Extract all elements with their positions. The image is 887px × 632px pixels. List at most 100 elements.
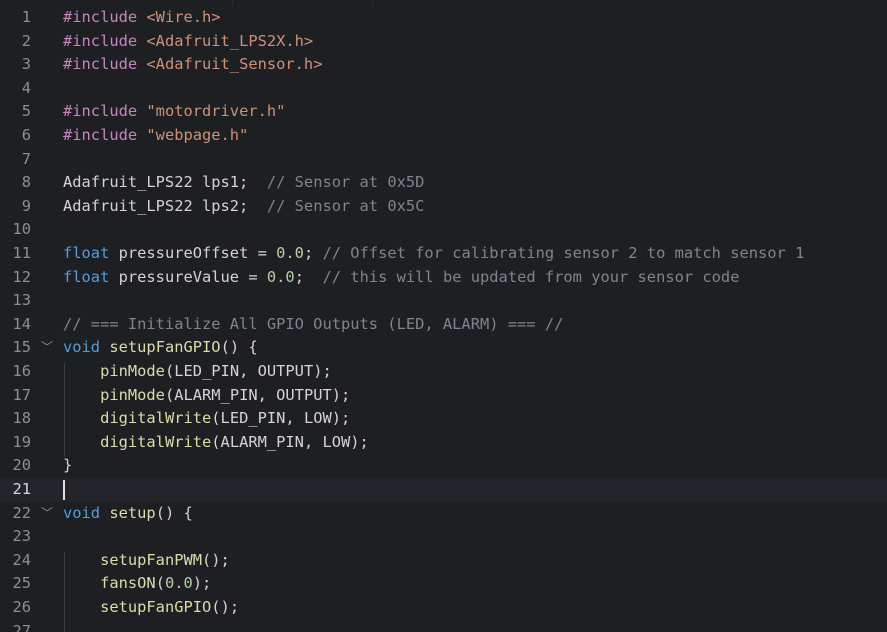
line-number: 5 [21, 102, 31, 121]
code-line[interactable]: 26 setupFanGPIO(); [0, 596, 887, 620]
code-token: 0.0 [276, 244, 304, 262]
code-token: // === Initialize All GPIO Outputs (LED,… [63, 314, 564, 333]
code-line[interactable]: 24 setupFanPWM(); [0, 549, 887, 573]
code-token: () { [220, 338, 258, 357]
code-token: "webpage.h" [146, 126, 249, 144]
code-line[interactable]: 20} [0, 454, 887, 478]
code-text[interactable]: #include <Adafruit_LPS2X.h> [63, 30, 313, 54]
code-text[interactable]: } [63, 454, 72, 478]
code-text[interactable]: float pressureValue = 0.0; // this will … [63, 266, 739, 290]
code-token: (LED_PIN, OUTPUT); [164, 362, 332, 380]
code-line[interactable]: 6 #include "webpage.h" [0, 124, 887, 148]
code-token: (); [202, 550, 230, 569]
code-line[interactable]: 11 float pressureOffset = 0.0; // Offset … [0, 242, 887, 266]
code-line[interactable]: 15 ﹀ void setupFanGPIO() { [0, 336, 887, 360]
code-token: // this will be updated from your sensor… [322, 267, 740, 286]
line-number: 8 [21, 173, 31, 192]
line-number: 9 [21, 196, 31, 215]
code-token: (); [211, 598, 240, 616]
code-line[interactable]: 2 #include <Adafruit_LPS2X.h> [0, 30, 887, 54]
code-line[interactable]: 4 [0, 77, 887, 101]
code-line[interactable]: 10 [0, 218, 887, 242]
code-text[interactable]: pinMode(LED_PIN, OUTPUT); [63, 360, 332, 384]
code-line[interactable]: 16 pinMode(LED_PIN, OUTPUT); [0, 360, 887, 384]
code-token: ; [303, 244, 323, 262]
code-line[interactable]: 3 #include <Adafruit_Sensor.h> [0, 53, 887, 77]
code-line[interactable]: 12 float pressureValue = 0.0; // this wil… [0, 266, 887, 290]
code-line[interactable]: 25 fansON(0.0); [0, 572, 887, 596]
code-text[interactable]: digitalWrite(LED_PIN, LOW); [63, 407, 350, 431]
code-line[interactable]: 14 // === Initialize All GPIO Outputs (LE… [0, 313, 887, 337]
code-token: ); [192, 574, 212, 593]
code-token: ( [155, 574, 165, 593]
code-token: () { [155, 503, 193, 522]
code-line[interactable]: 17 pinMode(ALARM_PIN, OUTPUT); [0, 384, 887, 408]
code-token: #include [63, 55, 147, 74]
code-editor[interactable]: 1 #include <Wire.h> 2 #include <Adafruit_LP… [0, 0, 887, 632]
code-token: <Adafruit_Sensor.h> [146, 55, 323, 74]
line-number: 1 [21, 8, 31, 26]
code-line[interactable]: 23 [0, 525, 887, 549]
code-token: ; [294, 267, 323, 286]
code-text[interactable]: #include "motordriver.h" [63, 100, 285, 124]
line-number: 2 [21, 31, 31, 50]
line-number: 23 [12, 527, 31, 546]
line-number: 20 [12, 456, 31, 475]
code-text[interactable]: digitalWrite(ALARM_PIN, LOW); [63, 431, 369, 455]
line-number: 17 [12, 385, 31, 404]
code-line[interactable]: 7 [0, 148, 887, 172]
code-line[interactable]: 5 #include "motordriver.h" [0, 100, 887, 124]
line-number: 7 [21, 149, 31, 168]
code-token: setup [109, 503, 156, 522]
code-text[interactable]: float pressureOffset = 0.0; // Offset fo… [63, 242, 804, 266]
code-token: pressureOffset = [109, 244, 277, 262]
code-text[interactable]: #include <Wire.h> [63, 6, 221, 30]
code-text[interactable]: Adafruit_LPS22 lps2; // Sensor at 0x5C [63, 195, 424, 219]
code-line[interactable]: 8 Adafruit_LPS22 lps1; // Sensor at 0x5D [0, 171, 887, 195]
code-text[interactable]: #include "webpage.h" [63, 124, 248, 148]
code-token: 0.0 [164, 574, 193, 593]
code-line[interactable]: 21 [0, 478, 887, 502]
code-token: setupFanPWM [100, 550, 203, 569]
code-text[interactable]: setupFanPWM(); [63, 549, 230, 573]
text-cursor [63, 480, 65, 500]
code-token: void [63, 338, 101, 357]
code-token: pinMode [100, 385, 165, 404]
code-token: pressureValue = [109, 267, 267, 286]
code-line[interactable]: 27 [0, 620, 887, 632]
code-token: <Wire.h> [146, 8, 221, 26]
code-line[interactable]: 9 Adafruit_LPS22 lps2; // Sensor at 0x5C [0, 195, 887, 219]
line-number: 15 [12, 338, 31, 357]
line-number: 26 [12, 598, 31, 616]
line-number: 6 [21, 126, 31, 144]
code-token: setupFanGPIO [109, 338, 221, 357]
line-number: 21 [12, 480, 31, 498]
code-text[interactable]: #include <Adafruit_Sensor.h> [63, 53, 322, 77]
code-text[interactable]: // === Initialize All GPIO Outputs (LED,… [63, 313, 563, 337]
line-number: 16 [12, 362, 31, 380]
code-text[interactable]: void setup() { [63, 502, 193, 526]
code-line[interactable]: 13 [0, 289, 887, 313]
code-line[interactable]: 19 digitalWrite(ALARM_PIN, LOW); [0, 431, 887, 455]
code-text[interactable]: setupFanGPIO(); [63, 596, 239, 620]
code-line[interactable]: 1 #include <Wire.h> [0, 6, 887, 30]
code-text[interactable]: pinMode(ALARM_PIN, OUTPUT); [63, 384, 350, 408]
code-text[interactable]: fansON(0.0); [63, 572, 211, 596]
code-text[interactable]: Adafruit_LPS22 lps1; // Sensor at 0x5D [63, 171, 424, 195]
code-line[interactable]: 18 digitalWrite(LED_PIN, LOW); [0, 407, 887, 431]
code-token: setupFanGPIO [100, 598, 212, 616]
fold-chevron-icon[interactable]: ﹀ [39, 336, 55, 360]
fold-chevron-icon[interactable]: ﹀ [39, 502, 55, 526]
code-text[interactable]: void setupFanGPIO() { [63, 336, 258, 360]
code-line[interactable]: 22 ﹀ void setup() { [0, 502, 887, 526]
line-number: 13 [12, 291, 31, 310]
code-token: #include [63, 31, 147, 50]
line-number: 14 [12, 314, 31, 333]
indent-guide [64, 363, 65, 457]
